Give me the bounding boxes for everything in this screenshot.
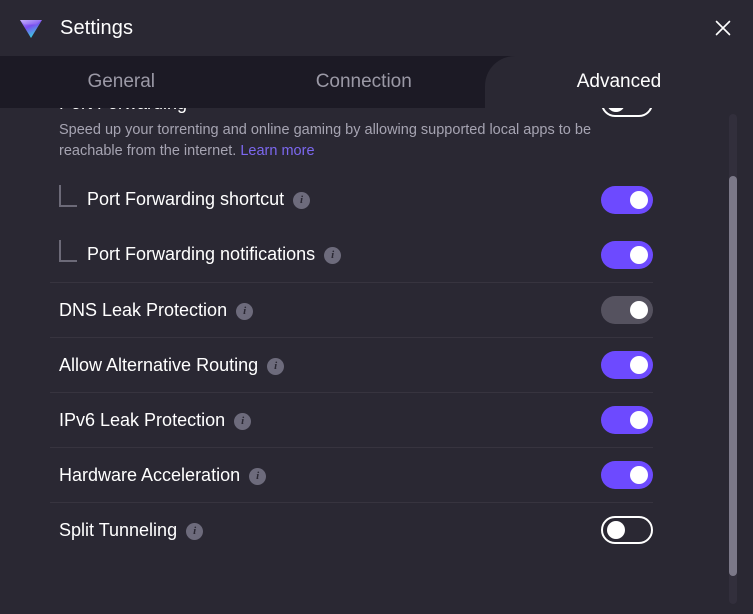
toggle-knob — [630, 356, 648, 374]
tab-general[interactable]: General — [0, 56, 243, 108]
row-label-text: Split Tunneling — [59, 520, 177, 541]
row-label: Allow Alternative Routing i — [59, 355, 284, 376]
tab-advanced[interactable]: Advanced — [485, 56, 753, 108]
toggle-knob — [630, 246, 648, 264]
tree-connector-icon — [59, 240, 77, 262]
settings-window: Settings General Connection Advanced Por… — [0, 0, 753, 614]
tree-connector-icon — [59, 185, 77, 207]
row-label-text: IPv6 Leak Protection — [59, 410, 225, 431]
row-label: Port Forwarding notifications i — [87, 244, 341, 265]
port-forwarding-row: Port Forwarding — [0, 108, 703, 120]
allow-alternative-routing-toggle[interactable] — [601, 351, 653, 379]
row-label: Hardware Acceleration i — [59, 465, 266, 486]
protonvpn-logo-icon — [16, 13, 46, 43]
toggle-knob — [607, 108, 625, 112]
port-forwarding-toggle[interactable] — [601, 108, 653, 117]
settings-content: Port Forwarding Speed up your torrenting… — [0, 108, 753, 614]
row-label: IPv6 Leak Protection i — [59, 410, 251, 431]
close-button[interactable] — [703, 8, 743, 48]
row-hardware-acceleration: Hardware Acceleration i — [50, 447, 653, 502]
port-forwarding-shortcut-toggle[interactable] — [601, 186, 653, 214]
dns-leak-protection-toggle[interactable] — [601, 296, 653, 324]
row-label: Port Forwarding shortcut i — [87, 189, 310, 210]
row-split-tunneling: Split Tunneling i — [50, 502, 653, 557]
tab-connection[interactable]: Connection — [243, 56, 486, 108]
toggle-knob — [630, 411, 648, 429]
row-label-text: DNS Leak Protection — [59, 300, 227, 321]
row-label: DNS Leak Protection i — [59, 300, 253, 321]
window-title: Settings — [60, 17, 133, 40]
row-label-text: Allow Alternative Routing — [59, 355, 258, 376]
learn-more-link[interactable]: Learn more — [240, 143, 314, 159]
hardware-acceleration-toggle[interactable] — [601, 461, 653, 489]
row-label-text: Port Forwarding notifications — [87, 244, 315, 265]
info-icon[interactable]: i — [186, 523, 203, 540]
port-forwarding-description: Speed up your torrenting and online gami… — [59, 120, 639, 172]
row-port-forwarding-notifications: Port Forwarding notifications i — [50, 227, 653, 282]
scrollbar-thumb[interactable] — [729, 176, 737, 576]
row-ipv6-leak-protection: IPv6 Leak Protection i — [50, 392, 653, 447]
toggle-knob — [607, 521, 625, 539]
info-icon[interactable]: i — [234, 413, 251, 430]
row-label-text: Hardware Acceleration — [59, 465, 240, 486]
row-dns-leak-protection: DNS Leak Protection i — [50, 282, 653, 337]
info-icon[interactable]: i — [249, 468, 266, 485]
toggle-knob — [630, 301, 648, 319]
row-allow-alternative-routing: Allow Alternative Routing i — [50, 337, 653, 392]
toggle-knob — [630, 466, 648, 484]
info-icon[interactable]: i — [324, 247, 341, 264]
row-label-text: Port Forwarding shortcut — [87, 189, 284, 210]
ipv6-leak-protection-toggle[interactable] — [601, 406, 653, 434]
port-forwarding-notifications-toggle[interactable] — [601, 241, 653, 269]
port-forwarding-label: Port Forwarding — [59, 108, 187, 114]
info-icon[interactable]: i — [293, 192, 310, 209]
description-text: Speed up your torrenting and online gami… — [59, 122, 591, 159]
tab-bar: General Connection Advanced — [0, 56, 753, 108]
toggle-knob — [630, 191, 648, 209]
info-icon[interactable]: i — [267, 358, 284, 375]
close-icon — [713, 18, 733, 38]
port-forwarding-header: Port Forwarding — [50, 108, 653, 120]
title-bar: Settings — [0, 0, 753, 56]
split-tunneling-toggle[interactable] — [601, 516, 653, 544]
info-icon[interactable]: i — [236, 303, 253, 320]
row-port-forwarding-shortcut: Port Forwarding shortcut i — [50, 172, 653, 227]
scrollbar-track[interactable] — [729, 114, 737, 604]
row-label: Split Tunneling i — [59, 520, 203, 541]
